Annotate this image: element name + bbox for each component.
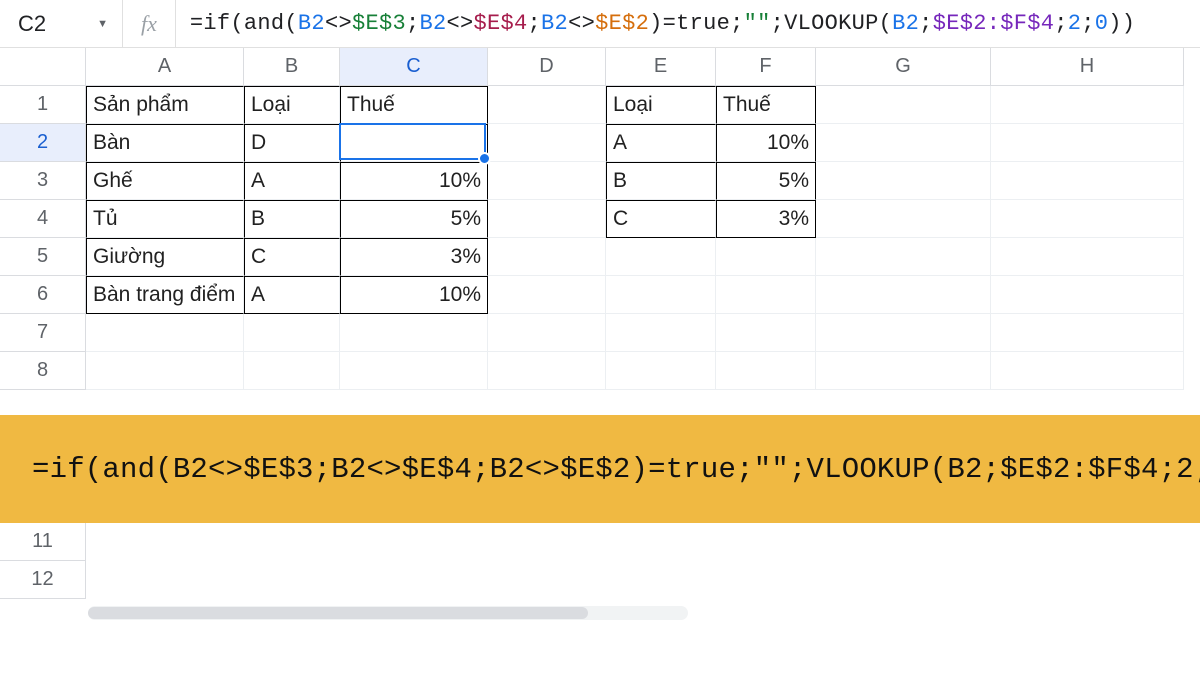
col-header-f[interactable]: F: [716, 48, 816, 86]
cell-f1[interactable]: Thuế: [716, 86, 816, 124]
cell-e1[interactable]: Loại: [606, 86, 716, 124]
cell-c8[interactable]: [340, 352, 488, 390]
cell-f8[interactable]: [716, 352, 816, 390]
cell-e2[interactable]: A: [606, 124, 716, 162]
cell-f2[interactable]: 10%: [716, 124, 816, 162]
cell-g3[interactable]: [816, 162, 991, 200]
cell-e7[interactable]: [606, 314, 716, 352]
select-all-corner[interactable]: [0, 48, 86, 86]
cell-h3[interactable]: [991, 162, 1184, 200]
cell-g8[interactable]: [816, 352, 991, 390]
below-rows: 1112: [0, 523, 86, 599]
cell-a8[interactable]: [86, 352, 244, 390]
cell-c5[interactable]: 3%: [340, 238, 488, 276]
col-header-c[interactable]: C: [340, 48, 488, 86]
formula-input[interactable]: =if(and(B2<>$E$3;B2<>$E$4;B2<>$E$2)=true…: [176, 11, 1135, 36]
row-header-5[interactable]: 5: [0, 238, 86, 276]
cell-e6[interactable]: [606, 276, 716, 314]
cell-h2[interactable]: [991, 124, 1184, 162]
cell-g5[interactable]: [816, 238, 991, 276]
cell-b6[interactable]: A: [244, 276, 340, 314]
cell-b7[interactable]: [244, 314, 340, 352]
col-header-b[interactable]: B: [244, 48, 340, 86]
cell-d5[interactable]: [488, 238, 606, 276]
cell-a4[interactable]: Tủ: [86, 200, 244, 238]
cell-e5[interactable]: [606, 238, 716, 276]
cell-b4[interactable]: B: [244, 200, 340, 238]
cell-a5[interactable]: Giường: [86, 238, 244, 276]
cell-a1[interactable]: Sản phẩm: [86, 86, 244, 124]
cell-a3[interactable]: Ghế: [86, 162, 244, 200]
row-header-2[interactable]: 2: [0, 124, 86, 162]
cell-g1[interactable]: [816, 86, 991, 124]
row-headers: 12345678: [0, 86, 86, 390]
cell-h8[interactable]: [991, 352, 1184, 390]
cell-b2[interactable]: D: [244, 124, 340, 162]
scrollbar-thumb[interactable]: [88, 607, 588, 619]
cell-f4[interactable]: 3%: [716, 200, 816, 238]
cell-e3[interactable]: B: [606, 162, 716, 200]
cell-h1[interactable]: [991, 86, 1184, 124]
cell-b3[interactable]: A: [244, 162, 340, 200]
cell-d4[interactable]: [488, 200, 606, 238]
cell-c4[interactable]: 5%: [340, 200, 488, 238]
cell-e8[interactable]: [606, 352, 716, 390]
cell-h6[interactable]: [991, 276, 1184, 314]
cell-g6[interactable]: [816, 276, 991, 314]
cell-d8[interactable]: [488, 352, 606, 390]
formula-banner-text: =if(and(B2<>$E$3;B2<>$E$4;B2<>$E$2)=true…: [32, 453, 1200, 486]
cell-f7[interactable]: [716, 314, 816, 352]
grid-body: Sản phẩmLoạiThuếLoạiThuếBànDA10%GhếA10%B…: [86, 86, 1184, 390]
cell-b5[interactable]: C: [244, 238, 340, 276]
fx-icon[interactable]: fx: [123, 0, 176, 47]
cell-d6[interactable]: [488, 276, 606, 314]
cell-d7[interactable]: [488, 314, 606, 352]
row-header-6[interactable]: 6: [0, 276, 86, 314]
cell-c6[interactable]: 10%: [340, 276, 488, 314]
row-header-1[interactable]: 1: [0, 86, 86, 124]
col-header-g[interactable]: G: [816, 48, 991, 86]
cell-c1[interactable]: Thuế: [340, 86, 488, 124]
cell-h7[interactable]: [991, 314, 1184, 352]
formula-banner: =if(and(B2<>$E$3;B2<>$E$4;B2<>$E$2)=true…: [0, 415, 1200, 523]
column-headers: ABCDEFGH: [0, 48, 1200, 86]
cell-d3[interactable]: [488, 162, 606, 200]
col-header-d[interactable]: D: [488, 48, 606, 86]
row-header-11[interactable]: 11: [0, 523, 86, 561]
cell-c2[interactable]: [340, 124, 488, 162]
cell-b8[interactable]: [244, 352, 340, 390]
row-header-3[interactable]: 3: [0, 162, 86, 200]
cell-c7[interactable]: [340, 314, 488, 352]
cell-d2[interactable]: [488, 124, 606, 162]
cell-a7[interactable]: [86, 314, 244, 352]
cell-g7[interactable]: [816, 314, 991, 352]
chevron-down-icon[interactable]: ▼: [97, 18, 108, 30]
sheet-area: 12345678 Sản phẩmLoạiThuếLoạiThuếBànDA10…: [0, 86, 1200, 390]
cell-h4[interactable]: [991, 200, 1184, 238]
cell-e4[interactable]: C: [606, 200, 716, 238]
horizontal-scrollbar[interactable]: [88, 606, 688, 620]
cell-c3[interactable]: 10%: [340, 162, 488, 200]
row-header-12[interactable]: 12: [0, 561, 86, 599]
cell-f6[interactable]: [716, 276, 816, 314]
cell-a6[interactable]: Bàn trang điểm: [86, 276, 244, 314]
col-header-e[interactable]: E: [606, 48, 716, 86]
formula-bar: C2 ▼ fx =if(and(B2<>$E$3;B2<>$E$4;B2<>$E…: [0, 0, 1200, 48]
col-header-a[interactable]: A: [86, 48, 244, 86]
col-header-h[interactable]: H: [991, 48, 1184, 86]
cell-b1[interactable]: Loại: [244, 86, 340, 124]
row-header-7[interactable]: 7: [0, 314, 86, 352]
row-header-8[interactable]: 8: [0, 352, 86, 390]
cell-g2[interactable]: [816, 124, 991, 162]
cell-f3[interactable]: 5%: [716, 162, 816, 200]
cell-a2[interactable]: Bàn: [86, 124, 244, 162]
row-header-4[interactable]: 4: [0, 200, 86, 238]
name-box-value: C2: [18, 11, 46, 37]
cell-g4[interactable]: [816, 200, 991, 238]
cell-grid[interactable]: Sản phẩmLoạiThuếLoạiThuếBànDA10%GhếA10%B…: [86, 86, 1184, 390]
cell-f5[interactable]: [716, 238, 816, 276]
name-box[interactable]: C2 ▼: [8, 0, 123, 47]
cell-d1[interactable]: [488, 86, 606, 124]
cell-h5[interactable]: [991, 238, 1184, 276]
